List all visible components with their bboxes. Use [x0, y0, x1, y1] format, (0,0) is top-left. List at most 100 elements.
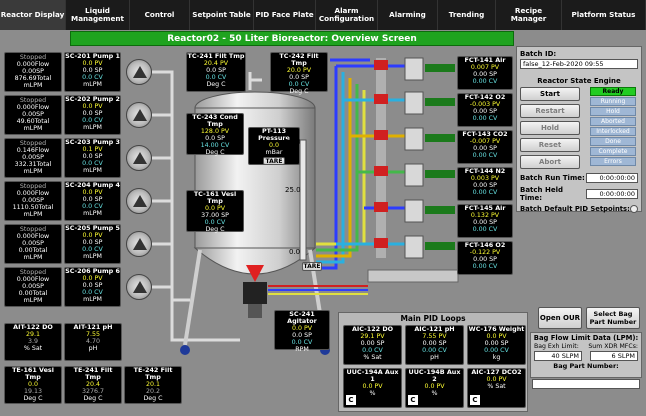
pump-status-text: Stopped	[19, 140, 47, 147]
unit-label: Deg C	[143, 395, 163, 402]
pv-value: 0.0 PV	[486, 376, 507, 383]
pump-status-panel[interactable]: Stopped 0.000Flow 0.00SP 1110.50Total mL…	[4, 181, 62, 221]
peristaltic-pump-icon[interactable]	[126, 145, 152, 171]
ait121-panel[interactable]: AIT-121 pH 7.55 4.70 pH	[64, 323, 122, 361]
te241-panel[interactable]: TE-241 Filt Tmp 20.4 3276.7 Deg C	[64, 366, 122, 404]
pump-status-panel[interactable]: Stopped 0.000Flow 0.00SP 0.00Total mLPM	[4, 267, 62, 307]
cv-value: 0.00 CV	[472, 263, 498, 270]
batch-id-label: Batch ID:	[520, 50, 557, 58]
peristaltic-pump-icon[interactable]	[126, 102, 152, 128]
bag-part-field[interactable]	[532, 379, 640, 389]
pv-value: 0.132 PV	[470, 212, 500, 219]
state-aborted: Aborted	[590, 117, 636, 126]
main-pid-title: Main PID Loops	[400, 314, 466, 323]
sc241-agitator-panel[interactable]: SC-241 Agitator 0.0 PV 0.0 SP 0.0 CV RPM	[274, 310, 330, 353]
pump-controller-panel[interactable]: SC-202 Pump 2 0.0 PV 0.0 SP 0.0 CV mLPM	[64, 95, 121, 135]
control-badge[interactable]: C	[470, 395, 480, 405]
pid-loop-panel[interactable]: WC-176 Weight 0.0 PV 0.00 SP 0.00 CV kg	[467, 325, 526, 365]
cv-value: 0.0 CV	[362, 347, 383, 354]
pump-name: SC-205 Pump 5	[65, 224, 120, 232]
tab-setpoint-table[interactable]: Setpoint Table	[190, 0, 254, 30]
fct-panel[interactable]: FCT-144 N2 0.003 PV 0.00 SP 0.00 CV	[457, 167, 513, 201]
pv-value: 0.0 PV	[82, 103, 103, 110]
tc243-panel[interactable]: TC-243 Cond Tmp 128.0 PV 0.0 SP 14.00 CV…	[186, 113, 244, 156]
abort-button[interactable]: Abort	[520, 155, 580, 169]
tab-alarming[interactable]: Alarming	[378, 0, 438, 30]
cv-value: 0.0 CV	[82, 117, 103, 124]
cv-value: 0.0 CV	[82, 289, 103, 296]
tare-button[interactable]: TARE	[263, 157, 285, 165]
peristaltic-pump-icon[interactable]	[126, 274, 152, 300]
pid-loop-panel[interactable]: AIC-122 DO 29.1 PV 0.00 SP 0.0 CV % Sat	[343, 325, 402, 365]
fct-panel[interactable]: FCT-142 O2 -0.003 PV 0.00 SP 0.00 CV	[457, 93, 513, 127]
pump-controller-panel[interactable]: SC-206 Pump 6 0.0 PV 0.0 SP 0.0 CV mLPM	[64, 267, 121, 307]
pt113-panel[interactable]: PT-113 Pressure 0.0 mBar TARE	[248, 127, 300, 165]
unit-label: % Sat	[487, 383, 506, 390]
fct-name: FCT-143 CO2	[462, 130, 508, 138]
select-bag-button[interactable]: Select Bag Part Number	[586, 307, 640, 329]
sp-value: 0.00 SP	[473, 182, 497, 189]
state-hold: Hold	[590, 107, 636, 116]
sp-value: 0.00 SP	[473, 256, 497, 263]
pump-total: 0.00Total	[18, 290, 48, 297]
open-our-button[interactable]: Open OUR	[538, 307, 582, 329]
default-pid-toggle-icon[interactable]	[630, 205, 638, 213]
te242-panel[interactable]: TE-242 Filt Tmp 20.1 20.2 Deg C	[124, 366, 182, 404]
pid-loop-panel[interactable]: AIC-127 DCO2 0.0 PV % Sat C	[467, 368, 526, 408]
restart-button[interactable]: Restart	[520, 104, 580, 118]
tc161-panel[interactable]: TC-161 Vesl Tmp 0.0 PV 37.00 SP 0.0 CV D…	[186, 190, 244, 233]
tab-platform-status[interactable]: Platform Status	[562, 0, 646, 30]
pump-unit: mLPM	[23, 254, 43, 261]
peristaltic-pump-icon[interactable]	[126, 188, 152, 214]
peristaltic-pump-icon[interactable]	[126, 59, 152, 85]
unit-label: % Sat	[23, 345, 43, 352]
control-badge[interactable]: C	[408, 395, 418, 405]
reset-button[interactable]: Reset	[520, 138, 580, 152]
pid-loop-panel[interactable]: UUC-194A Aux 1 0.0 PV % C	[343, 368, 402, 408]
tab-trending[interactable]: Trending	[438, 0, 496, 30]
fct-panel[interactable]: FCT-145 Air 0.132 PV 0.00 SP 0.00 CV	[457, 204, 513, 238]
level-tare-button[interactable]: TARE	[302, 262, 322, 271]
pump-status-panel[interactable]: Stopped 0.146Flow 0.00SP 332.31Total mLP…	[4, 138, 62, 178]
tc241-panel[interactable]: TC-241 Filt Tmp 20.4 PV 0.0 SP 0.0 CV De…	[186, 52, 246, 92]
te161-panel[interactable]: TE-161 Vesl Tmp 0.0 19.13 Deg C	[4, 366, 62, 404]
tab-control[interactable]: Control	[130, 0, 190, 30]
fct-panel[interactable]: FCT-143 CO2 -0.007 PV 0.00 SP 0.00 CV	[457, 130, 513, 164]
peristaltic-pump-icon[interactable]	[126, 231, 152, 257]
pump-status-panel[interactable]: Stopped 0.000Flow 0.00SP 49.60Total mLPM	[4, 95, 62, 135]
cv-value: 0.0 CV	[82, 160, 103, 167]
pump-controller-panel[interactable]: SC-201 Pump 1 0.0 PV 0.0 SP 0.0 CV mLPM	[64, 52, 121, 92]
unit-label: mLPM	[83, 296, 102, 303]
pid-loop-panel[interactable]: AIC-121 pH 7.55 PV 0.00 SP 0.00 CV pH	[405, 325, 464, 365]
tab-reactor-display[interactable]: Reactor Display	[0, 0, 66, 30]
start-button[interactable]: Start	[520, 87, 580, 101]
tab-pid-face-plate[interactable]: PID Face Plate	[254, 0, 316, 30]
state-running: Running	[590, 97, 636, 106]
fct-panel[interactable]: FCT-141 Air 0.007 PV 0.00 SP 0.00 CV	[457, 56, 513, 90]
pv-value: 0.0	[27, 381, 38, 388]
pump-controller-panel[interactable]: SC-205 Pump 5 0.0 PV 0.0 SP 0.0 CV mLPM	[64, 224, 121, 264]
tab-alarm-configuration[interactable]: Alarm Configuration	[316, 0, 378, 30]
pump-sp: 0.00SP	[22, 68, 44, 75]
sp-value: 0.00 SP	[473, 145, 497, 152]
control-badge[interactable]: C	[346, 395, 356, 405]
held-time-value: 0:00:00:00	[586, 189, 638, 199]
fct-panel[interactable]: FCT-146 O2 -0.122 PV 0.00 SP 0.00 CV	[457, 241, 513, 275]
ait122-panel[interactable]: AIT-122 DO 29.1 3.9 % Sat	[4, 323, 62, 361]
unit-label: mLPM	[83, 210, 102, 217]
pump-controller-column: SC-201 Pump 1 0.0 PV 0.0 SP 0.0 CV mLPM …	[64, 52, 121, 307]
tab-liquid-management[interactable]: Liquid Management	[66, 0, 130, 30]
pid-loop-panel[interactable]: UUC-194B Aux 2 0.0 PV % C	[405, 368, 464, 408]
fct-name: FCT-144 N2	[464, 167, 506, 175]
pump-status-panel[interactable]: Stopped 0.000Flow 0.00SP 876.69Total mLP…	[4, 52, 62, 92]
tc242-panel[interactable]: TC-242 Filt Tmp 20.0 PV 0.0 SP 0.0 CV De…	[270, 52, 328, 95]
pump-status-panel[interactable]: Stopped 0.000Flow 0.00SP 0.00Total mLPM	[4, 224, 62, 264]
pump-controller-panel[interactable]: SC-203 Pump 3 0.1 PV 0.0 SP 0.0 CV mLPM	[64, 138, 121, 178]
unit-label: mBar	[265, 149, 283, 156]
state-complete: Complete	[590, 147, 636, 156]
batch-id-field[interactable]: false_12-Feb-2020 09:55	[520, 59, 638, 69]
tab-recipe-manager[interactable]: Recipe Manager	[496, 0, 562, 30]
pump-sp: 0.00SP	[22, 240, 44, 247]
hold-button[interactable]: Hold	[520, 121, 580, 135]
pump-controller-panel[interactable]: SC-204 Pump 4 0.0 PV 0.0 SP 0.0 CV mLPM	[64, 181, 121, 221]
